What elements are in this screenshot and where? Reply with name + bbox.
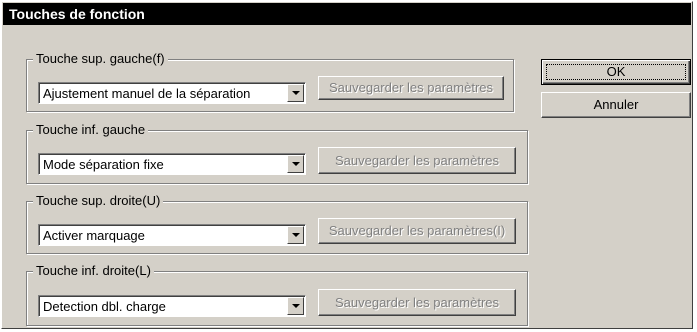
combo-value: Ajustement manuel de la séparation — [43, 86, 251, 101]
bottom-left-key-select[interactable]: Mode séparation fixe — [38, 153, 306, 175]
chevron-down-icon[interactable] — [287, 155, 304, 173]
cancel-button[interactable]: Annuler — [541, 92, 691, 118]
save-settings-button[interactable]: Sauvegarder les paramètres — [318, 76, 504, 100]
top-right-key-select[interactable]: Activer marquage — [38, 224, 306, 246]
group-label: Touche inf. droite(L) — [33, 263, 154, 279]
chevron-down-icon[interactable] — [287, 84, 304, 102]
group-bottom-left-key: Touche inf. gauche Mode séparation fixe … — [26, 122, 528, 184]
group-top-right-key: Touche sup. droite(U) Activer marquage S… — [26, 193, 528, 254]
focus-rect — [546, 64, 686, 80]
group-top-left-key: Touche sup. gauche(f) Ajustement manuel … — [26, 51, 514, 112]
bottom-right-key-select[interactable]: Detection dbl. charge — [38, 295, 306, 317]
chevron-down-icon[interactable] — [287, 297, 304, 315]
combo-value: Activer marquage — [43, 228, 145, 243]
chevron-down-icon[interactable] — [287, 226, 304, 244]
save-settings-button[interactable]: Sauvegarder les paramètres — [318, 147, 516, 174]
group-label: Touche sup. droite(U) — [33, 193, 164, 209]
group-label: Touche sup. gauche(f) — [33, 51, 168, 67]
top-left-key-select[interactable]: Ajustement manuel de la séparation — [38, 82, 306, 104]
dialog-title: Touches de fonction — [3, 3, 691, 25]
group-label: Touche inf. gauche — [33, 122, 149, 138]
combo-value: Detection dbl. charge — [43, 299, 166, 314]
save-settings-button[interactable]: Sauvegarder les paramètres(I) — [318, 218, 516, 244]
save-settings-button[interactable]: Sauvegarder les paramètres — [318, 289, 516, 316]
group-bottom-right-key: Touche inf. droite(L) Detection dbl. cha… — [26, 263, 528, 326]
combo-value: Mode séparation fixe — [43, 157, 164, 172]
function-keys-dialog: Touches de fonction Touche sup. gauche(f… — [1, 1, 693, 329]
ok-button[interactable]: OK — [541, 59, 691, 85]
